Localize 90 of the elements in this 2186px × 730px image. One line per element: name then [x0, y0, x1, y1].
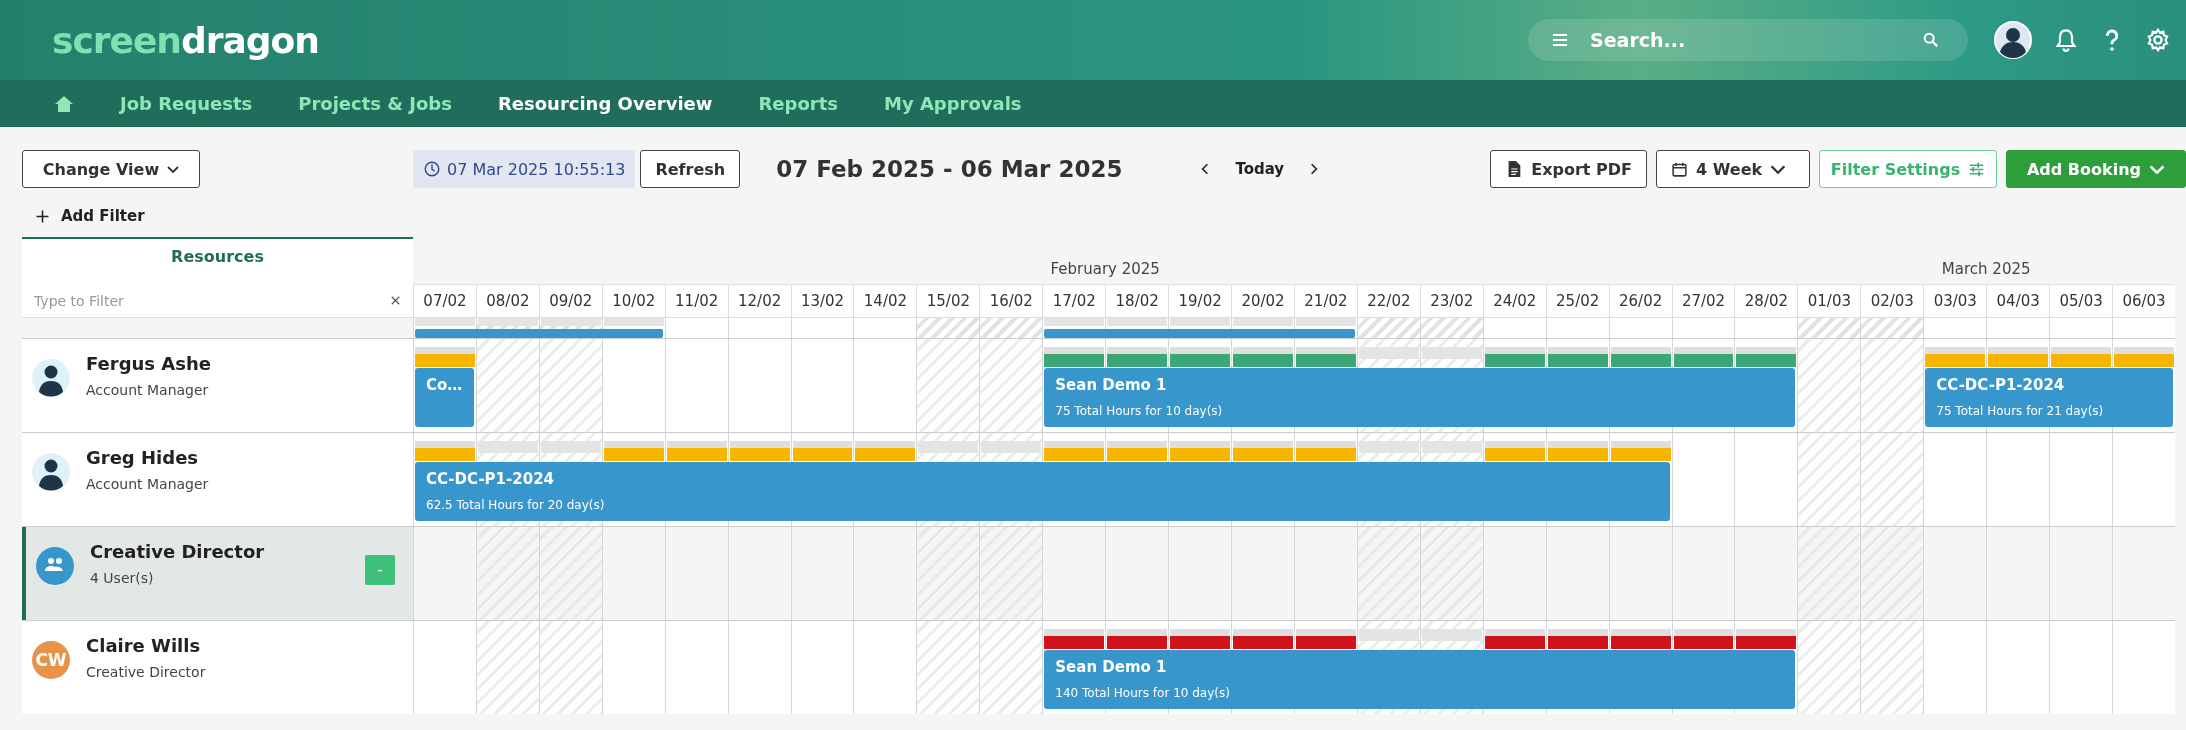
user-count: 4 User(s) [90, 570, 155, 586]
today-button[interactable]: Today [1235, 160, 1285, 178]
month-label: March 2025 [1940, 260, 2032, 280]
booking-title: Sean Demo 1 [1055, 376, 1168, 394]
booking-title: Sean Demo 1 [1055, 658, 1168, 676]
resource-role: Account Manager [86, 476, 209, 492]
resource-role: Creative Director [86, 664, 206, 680]
filter-input[interactable]: Type to Filter [32, 291, 382, 310]
booking-bar[interactable]: Co… [415, 368, 474, 427]
chevron-down-icon [2149, 164, 2165, 174]
day-header: 22/02 [1356, 284, 1420, 317]
export-pdf-button[interactable]: Export PDF [1490, 150, 1647, 188]
avatar-silhouette-icon [32, 359, 70, 397]
day-header: 11/02 [664, 284, 728, 317]
booking-title: CC-DC-P1-2024 [426, 470, 556, 488]
bell-icon[interactable] [2054, 28, 2078, 52]
home-icon [54, 93, 74, 114]
timestamp-text: 07 Mar 2025 10:55:13 [447, 159, 626, 179]
search-input[interactable]: Search... [1588, 28, 1904, 52]
resource-name: Fergus Ashe [86, 353, 211, 374]
day-header: 19/02 [1168, 284, 1232, 317]
day-header: 06/03 [2112, 284, 2175, 317]
day-header: 13/02 [790, 284, 854, 317]
day-header: 26/02 [1608, 284, 1672, 317]
calendar-icon [1671, 160, 1688, 178]
booking-hours: 62.5 Total Hours for 20 day(s) [426, 498, 606, 512]
booking-bar[interactable]: CC-DC-P1-2024 75 Total Hours for 21 day(s) [1925, 368, 2173, 427]
resources-heading: Resources [22, 237, 413, 284]
day-header: 20/02 [1231, 284, 1294, 317]
add-booking-button[interactable]: Add Booking [2006, 150, 2186, 188]
day-header: 16/02 [979, 284, 1043, 317]
booking-hours: 140 Total Hours for 10 day(s) [1055, 686, 1231, 700]
refresh-button[interactable]: Refresh [640, 150, 741, 188]
sliders-icon [1968, 160, 1986, 178]
month-label: February 2025 [1049, 260, 1161, 280]
nav-link[interactable]: My Approvals [883, 93, 1022, 114]
day-header: 23/02 [1419, 284, 1483, 317]
logo-text: screendragon [52, 19, 320, 61]
search-icon [1922, 31, 1940, 49]
day-header: 07/02 [413, 284, 476, 317]
date-range: 07 Feb 2025 - 06 Mar 2025 [776, 156, 1123, 182]
collapse-button[interactable]: - [365, 555, 395, 585]
booking-hours: 75 Total Hours for 10 day(s) [1055, 404, 1224, 418]
day-header: 12/02 [727, 284, 791, 317]
day-header: 27/02 [1671, 284, 1735, 317]
avatar-initials: CW [32, 641, 70, 679]
day-header: 02/03 [1860, 284, 1924, 317]
group-name: Creative Director [90, 541, 265, 562]
filter-field[interactable]: Type to Filter [22, 284, 413, 317]
day-header: 17/02 [1042, 284, 1106, 317]
user-avatar-icon[interactable] [1994, 21, 2032, 59]
day-header: 05/03 [2049, 284, 2113, 317]
day-header: 28/02 [1734, 284, 1798, 317]
day-header: 10/02 [601, 284, 665, 317]
booking-hours: 75 Total Hours for 21 day(s) [1936, 404, 2105, 418]
settings-icon[interactable] [2146, 28, 2170, 52]
resource-role: Account Manager [86, 382, 210, 398]
search-field[interactable]: Search... [1528, 19, 1968, 61]
chevron-down-icon [167, 165, 180, 173]
day-header: 18/02 [1105, 284, 1169, 317]
resource-name: Greg Hides [86, 447, 200, 468]
day-header: 15/02 [916, 284, 980, 317]
booking-title: CC-DC-P1-2024 [1936, 376, 2066, 394]
nav-link[interactable]: Reports [758, 93, 838, 114]
booking-bar[interactable]: Sean Demo 1 140 Total Hours for 10 day(s) [1044, 650, 1796, 709]
day-header: 24/02 [1482, 284, 1546, 317]
day-header: 03/03 [1923, 284, 1987, 317]
booking-bar[interactable]: CC-DC-P1-2024 62.5 Total Hours for 20 day(s) [415, 462, 1670, 521]
clock-icon [423, 160, 441, 178]
day-header: 08/02 [475, 284, 539, 317]
day-header: 04/03 [1986, 284, 2050, 317]
booking-title: Co… [426, 376, 464, 394]
add-filter-button[interactable]: Add Filter [34, 207, 145, 225]
change-view-button[interactable]: Change View [22, 150, 200, 188]
group-icon [36, 547, 74, 585]
day-header: 09/02 [538, 284, 602, 317]
filter-settings-button[interactable]: Filter Settings [1819, 150, 1997, 188]
day-header: 21/02 [1294, 284, 1357, 317]
period-dropdown[interactable]: 4 Week [1656, 150, 1810, 188]
avatar-silhouette-icon [32, 453, 70, 491]
day-header: 14/02 [853, 284, 917, 317]
resource-name: Claire Wills [86, 635, 202, 656]
chevron-down-icon [1770, 164, 1787, 174]
nav-link[interactable]: Job Requests [120, 93, 253, 114]
booking-bar[interactable]: Sean Demo 1 75 Total Hours for 10 day(s) [1044, 368, 1796, 427]
day-header: 01/03 [1797, 284, 1861, 317]
nav-link[interactable]: Projects & Jobs [298, 93, 452, 114]
nav-link[interactable]: Resourcing Overview [497, 93, 713, 114]
home-link[interactable] [54, 93, 74, 114]
day-header: 25/02 [1545, 284, 1609, 317]
